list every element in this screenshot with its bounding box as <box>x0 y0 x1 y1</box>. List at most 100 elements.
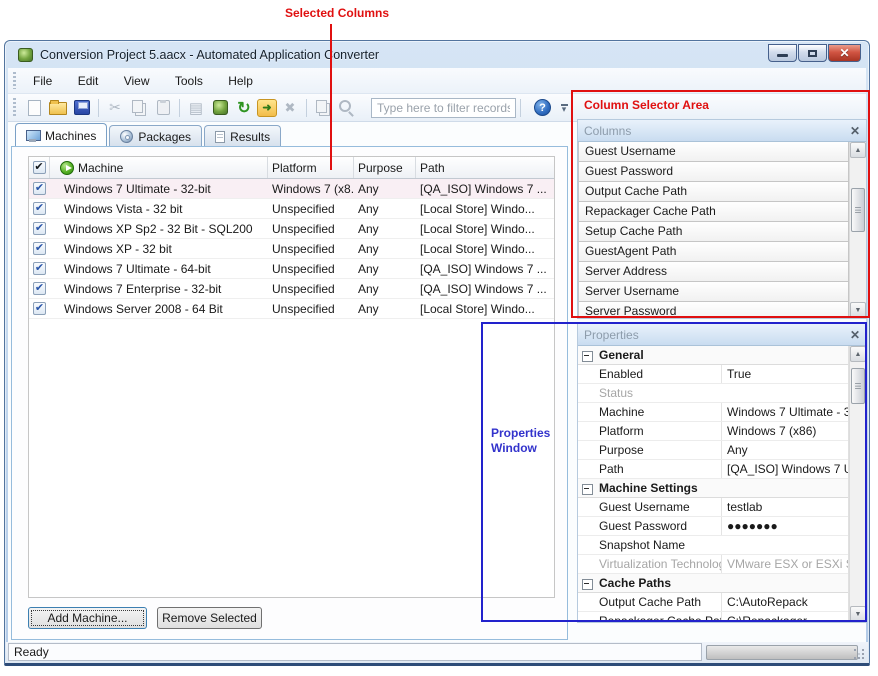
machine-row[interactable]: Windows 7 Ultimate - 32-bit Windows 7 (x… <box>29 179 554 199</box>
open-project-icon[interactable] <box>47 97 69 119</box>
scroll-down-icon[interactable]: ▼ <box>850 302 866 318</box>
columns-close-icon[interactable]: ✕ <box>850 125 860 137</box>
column-list-item[interactable]: Guest Password <box>578 162 849 182</box>
minimize-icon <box>777 54 788 57</box>
properties-close-icon[interactable]: ✕ <box>850 329 860 341</box>
property-value[interactable]: Any <box>721 441 848 459</box>
property-row[interactable]: Virtualization Technolog VMware ESX or E… <box>578 555 848 574</box>
tab-machines[interactable]: Machines <box>15 123 107 146</box>
property-value[interactable]: C:\AutoRepack <box>721 593 848 611</box>
maximize-button[interactable] <box>798 44 827 62</box>
scroll-up-icon[interactable]: ▲ <box>850 346 866 362</box>
property-label: Enabled <box>599 365 721 383</box>
column-header-machine[interactable]: Machine <box>78 161 123 175</box>
properties-panel-title: Properties ✕ <box>578 324 866 346</box>
collapse-icon[interactable] <box>582 484 593 493</box>
menu-file[interactable]: File <box>22 70 63 92</box>
column-list-item[interactable]: Server Username <box>578 282 849 302</box>
property-row[interactable]: Enabled True <box>578 365 848 384</box>
property-value[interactable]: testlab <box>721 498 848 516</box>
resize-grip-icon[interactable] <box>853 648 865 660</box>
row-checkbox[interactable] <box>33 202 46 215</box>
property-value[interactable]: Windows 7 Ultimate - 3 <box>721 403 848 421</box>
properties-scrollbar[interactable]: ▲ ☰ ▼ <box>849 346 866 622</box>
property-row[interactable]: Guest Username testlab <box>578 498 848 517</box>
property-label: Guest Password <box>599 517 721 535</box>
machine-row[interactable]: Windows Server 2008 - 64 Bit Unspecified… <box>29 299 554 319</box>
property-row[interactable]: Snapshot Name <box>578 536 848 555</box>
new-project-icon[interactable] <box>23 97 45 119</box>
machine-name-cell: Windows Vista - 32 bit <box>50 202 268 216</box>
save-project-icon[interactable] <box>71 97 93 119</box>
machine-name-cell: Windows XP Sp2 - 32 Bit - SQL200 <box>50 222 268 236</box>
column-header-path[interactable]: Path <box>416 157 555 178</box>
app-window: Conversion Project 5.aacx - Automated Ap… <box>4 40 870 666</box>
menu-tools[interactable]: Tools <box>164 70 214 92</box>
property-row[interactable]: Path [QA_ISO] Windows 7 Ul <box>578 460 848 479</box>
scroll-thumb[interactable]: ☰ <box>851 188 865 232</box>
remove-selected-button[interactable]: Remove Selected <box>157 607 262 629</box>
property-row[interactable]: Repackager Cache Path C:\Repackager <box>578 612 848 622</box>
column-list-item[interactable]: Guest Username <box>578 142 849 162</box>
column-list-item[interactable]: Setup Cache Path <box>578 222 849 242</box>
collapse-icon[interactable] <box>582 351 593 360</box>
column-header-purpose[interactable]: Purpose <box>354 157 416 178</box>
property-row[interactable]: Output Cache Path C:\AutoRepack <box>578 593 848 612</box>
property-row[interactable]: Machine Settings <box>578 479 848 498</box>
column-list-item[interactable]: Repackager Cache Path <box>578 202 849 222</box>
property-row[interactable]: Purpose Any <box>578 441 848 460</box>
help-icon[interactable]: ? <box>534 99 551 116</box>
row-checkbox[interactable] <box>33 302 46 315</box>
tab-packages[interactable]: Packages <box>109 125 202 146</box>
row-checkbox[interactable] <box>33 282 46 295</box>
filter-records-input[interactable] <box>371 98 516 118</box>
property-row[interactable]: Platform Windows 7 (x86) <box>578 422 848 441</box>
purpose-cell: Any <box>354 302 416 316</box>
machine-row[interactable]: Windows 7 Ultimate - 64-bit Unspecified … <box>29 259 554 279</box>
row-checkbox[interactable] <box>33 222 46 235</box>
row-checkbox[interactable] <box>33 242 46 255</box>
property-value[interactable]: VMware ESX or ESXi Ser <box>721 555 848 573</box>
property-row[interactable]: Guest Password ●●●●●●● <box>578 517 848 536</box>
scroll-thumb[interactable]: ☰ <box>851 368 865 404</box>
scroll-down-icon[interactable]: ▼ <box>850 606 866 622</box>
menu-view[interactable]: View <box>113 70 161 92</box>
row-checkbox[interactable] <box>33 262 46 275</box>
package-icon[interactable] <box>209 97 231 119</box>
property-value[interactable]: ●●●●●●● <box>721 517 848 535</box>
machine-row[interactable]: Windows XP Sp2 - 32 Bit - SQL200 Unspeci… <box>29 219 554 239</box>
machine-row[interactable]: Windows Vista - 32 bit Unspecified Any [… <box>29 199 554 219</box>
scroll-up-icon[interactable]: ▲ <box>850 142 866 158</box>
tab-results[interactable]: Results <box>204 125 281 146</box>
property-value[interactable]: C:\Repackager <box>721 612 848 622</box>
minimize-button[interactable] <box>768 44 797 62</box>
machine-row[interactable]: Windows XP - 32 bit Unspecified Any [Loc… <box>29 239 554 259</box>
close-button[interactable]: ✕ <box>828 44 861 62</box>
row-checkbox[interactable] <box>33 182 46 195</box>
property-label: Status <box>599 384 721 402</box>
property-row[interactable]: Status <box>578 384 848 403</box>
collapse-icon[interactable] <box>582 579 593 588</box>
title-bar[interactable]: Conversion Project 5.aacx - Automated Ap… <box>5 41 869 68</box>
menu-edit[interactable]: Edit <box>67 70 110 92</box>
maximize-icon <box>808 50 817 57</box>
column-list-item[interactable]: Server Password <box>578 302 849 318</box>
machine-row[interactable]: Windows 7 Enterprise - 32-bit Unspecifie… <box>29 279 554 299</box>
column-list-item[interactable]: Server Address <box>578 262 849 282</box>
property-row[interactable]: Cache Paths <box>578 574 848 593</box>
menu-help[interactable]: Help <box>217 70 264 92</box>
toolbar-overflow-icon[interactable]: ▾ <box>557 100 571 116</box>
column-list-item[interactable]: GuestAgent Path <box>578 242 849 262</box>
column-list-item[interactable]: Output Cache Path <box>578 182 849 202</box>
add-machine-button[interactable]: Add Machine... <box>28 607 147 629</box>
property-value[interactable]: True <box>721 365 848 383</box>
property-row[interactable]: General <box>578 346 848 365</box>
select-all-checkbox[interactable] <box>33 161 46 174</box>
column-header-platform[interactable]: Platform <box>268 157 354 178</box>
refresh-icon[interactable] <box>233 97 255 119</box>
property-value[interactable]: Windows 7 (x86) <box>721 422 848 440</box>
run-conversion-icon[interactable] <box>257 99 277 117</box>
property-row[interactable]: Machine Windows 7 Ultimate - 3 <box>578 403 848 422</box>
columns-scrollbar[interactable]: ▲ ☰ ▼ <box>849 142 866 318</box>
property-value[interactable]: [QA_ISO] Windows 7 Ul <box>721 460 848 478</box>
